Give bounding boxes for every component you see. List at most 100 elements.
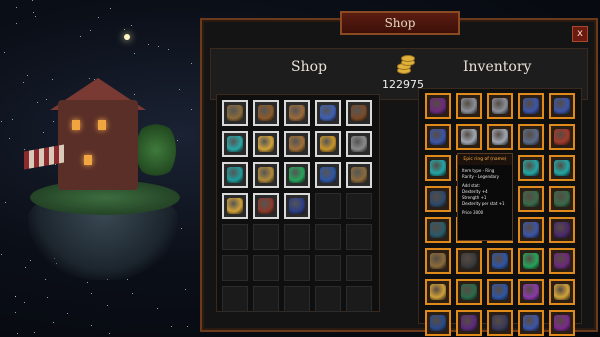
blue-armor-icon <box>523 315 539 331</box>
empty-slot[interactable] <box>284 224 310 250</box>
amulet-icon <box>554 160 570 176</box>
item-slot-dagger[interactable] <box>456 124 482 150</box>
item-slot-gold-ring[interactable] <box>222 193 248 219</box>
item-slot-amulet[interactable] <box>549 155 575 181</box>
item-slot-blue-armor[interactable] <box>518 310 544 336</box>
item-slot-leggings[interactable] <box>425 186 451 212</box>
star <box>148 44 149 45</box>
item-slot-blue-hood[interactable] <box>284 193 310 219</box>
item-slot-leggings[interactable] <box>425 310 451 336</box>
empty-slot[interactable] <box>253 286 279 312</box>
empty-slot[interactable] <box>346 286 372 312</box>
empty-slot[interactable] <box>315 286 341 312</box>
star <box>12 119 13 120</box>
empty-slot[interactable] <box>253 255 279 281</box>
item-slot-amulet[interactable] <box>222 131 248 157</box>
star <box>5 202 6 203</box>
item-slot-blue-armor[interactable] <box>518 217 544 243</box>
emerald-ring-icon <box>523 253 539 269</box>
bow-icon <box>351 167 367 183</box>
empty-slot[interactable] <box>346 255 372 281</box>
item-slot-red-dagger[interactable] <box>549 124 575 150</box>
star <box>1 121 2 122</box>
empty-slot[interactable] <box>253 224 279 250</box>
item-slot-blue-gloves[interactable] <box>487 279 513 305</box>
item-slot-blue-armor[interactable] <box>549 93 575 119</box>
star <box>9 138 10 139</box>
empty-slot[interactable] <box>346 224 372 250</box>
item-slot-leggings[interactable] <box>456 279 482 305</box>
dagger-icon <box>461 129 477 145</box>
empty-slot[interactable] <box>315 255 341 281</box>
leather-gloves-icon <box>289 136 305 152</box>
item-slot-blue-boots[interactable] <box>315 162 341 188</box>
empty-slot[interactable] <box>222 255 248 281</box>
item-slot-bow[interactable] <box>222 100 248 126</box>
item-slot-axe[interactable] <box>346 131 372 157</box>
star <box>90 30 91 31</box>
leggings-icon <box>461 284 477 300</box>
empty-slot[interactable] <box>346 193 372 219</box>
tree-icon <box>136 120 176 180</box>
item-slot-purple-hood[interactable] <box>549 248 575 274</box>
star <box>158 46 159 47</box>
item-slot-leather-gloves[interactable] <box>284 131 310 157</box>
item-slot-gold-ring[interactable] <box>253 131 279 157</box>
item-slot-leggings[interactable] <box>518 186 544 212</box>
inventory-grid: Epic ring of (name) Item type - Ring Rar… <box>418 88 582 336</box>
item-slot-leather-gloves[interactable] <box>284 100 310 126</box>
item-slot-steel-helmet[interactable] <box>456 93 482 119</box>
star <box>24 302 25 303</box>
star <box>157 308 158 309</box>
star <box>67 313 68 314</box>
item-slot-emerald-ring[interactable] <box>518 248 544 274</box>
star <box>98 17 99 18</box>
empty-slot[interactable] <box>284 286 310 312</box>
item-slot-purple-hood[interactable] <box>425 93 451 119</box>
item-slot-boots[interactable] <box>456 248 482 274</box>
item-slot-purple-hood[interactable] <box>456 310 482 336</box>
empty-slot[interactable] <box>315 224 341 250</box>
item-slot-blue-gauntlets[interactable] <box>425 124 451 150</box>
item-slot-chest-armor[interactable] <box>253 193 279 219</box>
inventory-heading: Inventory <box>463 59 532 75</box>
item-slot-necklace[interactable] <box>253 162 279 188</box>
item-slot-cape[interactable] <box>549 217 575 243</box>
item-slot-blue-gauntlets[interactable] <box>315 100 341 126</box>
window-title: Shop <box>340 11 460 35</box>
item-slot-bow[interactable] <box>425 248 451 274</box>
item-slot-amulet[interactable] <box>425 155 451 181</box>
emerald-ring-icon <box>289 167 305 183</box>
star <box>53 322 54 323</box>
item-slot-leggings[interactable] <box>549 186 575 212</box>
empty-slot[interactable] <box>222 286 248 312</box>
item-slot-bow[interactable] <box>346 162 372 188</box>
item-slot-leather-armor[interactable] <box>346 100 372 126</box>
item-slot-amulet[interactable] <box>518 155 544 181</box>
close-button[interactable]: x <box>572 26 588 42</box>
red-dagger-icon <box>554 129 570 145</box>
item-slot-amulet[interactable] <box>549 279 575 305</box>
item-slot-leather-helmet[interactable] <box>253 100 279 126</box>
item-slot-emerald-ring[interactable] <box>284 162 310 188</box>
item-slot-dagger[interactable] <box>487 124 513 150</box>
item-slot-purple-robe[interactable] <box>549 310 575 336</box>
star <box>124 29 125 30</box>
item-slot-gold-ring[interactable] <box>425 279 451 305</box>
star <box>185 289 186 290</box>
item-slot-boots[interactable] <box>487 310 513 336</box>
item-slot-steel-helmet[interactable] <box>487 93 513 119</box>
amulet-icon <box>523 160 539 176</box>
empty-slot[interactable] <box>222 224 248 250</box>
item-slot-blue-armor[interactable] <box>518 93 544 119</box>
item-slot-golden-gauntlets[interactable] <box>315 131 341 157</box>
item-slot-teal-amulet[interactable] <box>222 162 248 188</box>
item-slot-leggings[interactable] <box>425 217 451 243</box>
empty-slot[interactable] <box>315 193 341 219</box>
item-slot-purple-potion[interactable] <box>518 279 544 305</box>
empty-slot[interactable] <box>284 255 310 281</box>
window-icon <box>72 120 80 130</box>
item-slot-blue-boots[interactable] <box>487 248 513 274</box>
item-slot-chain-armor[interactable] <box>518 124 544 150</box>
necklace-icon <box>258 167 274 183</box>
